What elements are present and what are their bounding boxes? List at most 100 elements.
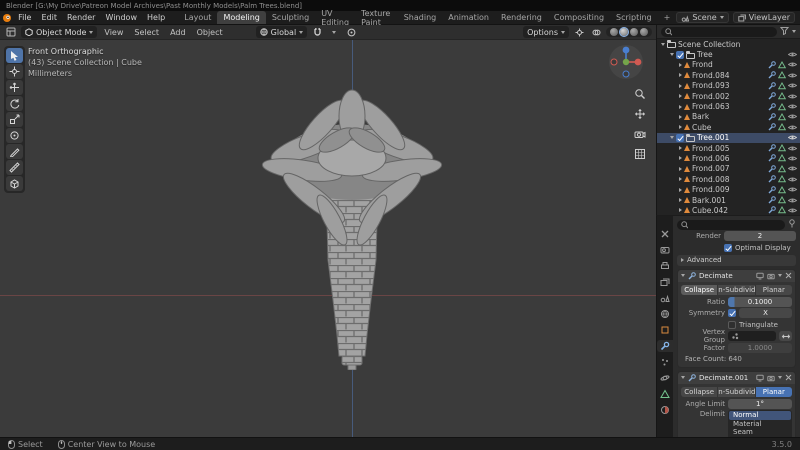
shading-solid-button[interactable] (619, 27, 629, 37)
collection-checkbox[interactable] (676, 50, 684, 59)
mode-planar-button[interactable]: Planar (755, 386, 792, 397)
outliner-row-mesh[interactable]: Frond.008 (657, 174, 800, 184)
render-levels-field[interactable]: 2 (724, 231, 796, 241)
pin-icon[interactable] (788, 219, 796, 230)
properties-search-input[interactable] (691, 220, 781, 229)
eye-icon[interactable] (788, 124, 797, 131)
expand-icon[interactable] (679, 187, 682, 192)
outliner-row-scene-collection[interactable]: Scene Collection (657, 39, 800, 49)
expand-icon[interactable] (679, 83, 682, 88)
add-workspace-button[interactable]: + (658, 11, 677, 24)
outliner-search[interactable] (661, 26, 777, 37)
toggle-orthographic-button[interactable] (634, 148, 646, 162)
workspace-tab-modeling[interactable]: Modeling (217, 11, 266, 24)
tool-rotate[interactable] (6, 96, 23, 111)
mode-collapse-button[interactable]: Collapse (681, 386, 718, 397)
eye-icon[interactable] (788, 103, 797, 110)
scene-selector[interactable]: Scene (676, 12, 729, 23)
menu-help[interactable]: Help (142, 11, 170, 24)
modifier-name[interactable]: Decimate (699, 272, 753, 280)
outliner-row-mesh[interactable]: Cube.042 (657, 205, 800, 215)
invert-vertex-group-button[interactable] (779, 331, 792, 341)
outliner-row-mesh[interactable]: Cube (657, 122, 800, 132)
expand-icon[interactable] (679, 166, 682, 171)
workspace-tab-layout[interactable]: Layout (178, 11, 217, 24)
expand-icon[interactable] (681, 274, 685, 277)
viewport-menu-object[interactable]: Object (193, 28, 227, 37)
tab-output[interactable] (658, 260, 672, 272)
tab-object-data[interactable] (658, 388, 672, 400)
menu-render[interactable]: Render (62, 11, 100, 24)
3d-viewport[interactable]: Front Orthographic (43) Scene Collection… (0, 40, 656, 437)
tab-modifiers[interactable] (657, 340, 673, 352)
workspace-tab-compositing[interactable]: Compositing (548, 11, 610, 24)
viewport-menu-select[interactable]: Select (130, 28, 163, 37)
tool-select-box[interactable] (6, 48, 23, 63)
options-dropdown[interactable]: Options (523, 26, 569, 38)
tool-scale[interactable] (6, 112, 23, 127)
symmetry-checkbox[interactable] (728, 309, 736, 317)
snap-settings-button[interactable] (327, 26, 341, 38)
pan-button[interactable] (634, 108, 646, 122)
tab-scene[interactable] (658, 292, 672, 304)
expand-icon[interactable] (679, 156, 682, 161)
outliner-row-mesh[interactable]: Frond.005 (657, 143, 800, 153)
viewport-menu-view[interactable]: View (100, 28, 127, 37)
angle-limit-slider[interactable]: 1° (728, 398, 792, 409)
close-icon[interactable] (785, 374, 792, 381)
delimit-option-normal[interactable]: Normal (729, 411, 791, 420)
zoom-button[interactable] (634, 88, 646, 102)
tool-move[interactable] (6, 80, 23, 95)
optimal-display-checkbox[interactable] (724, 243, 732, 252)
close-icon[interactable] (785, 272, 792, 279)
blender-logo-icon[interactable] (0, 13, 13, 23)
camera-view-button[interactable] (634, 128, 646, 142)
tab-object[interactable] (658, 324, 672, 336)
workspace-tab-rendering[interactable]: Rendering (495, 11, 548, 24)
shading-rendered-button[interactable] (640, 28, 648, 36)
delimit-option-material[interactable]: Material (729, 420, 791, 429)
display-render-icon[interactable] (767, 272, 775, 280)
collection-checkbox[interactable] (676, 133, 684, 142)
expand-icon[interactable] (679, 125, 682, 130)
vertex-group-field[interactable] (728, 331, 776, 341)
advanced-panel-header[interactable]: Advanced (677, 254, 796, 266)
menu-edit[interactable]: Edit (36, 11, 62, 24)
outliner-options-chevron[interactable] (792, 30, 796, 33)
outliner-row-tree-001[interactable]: Tree.001 (657, 132, 800, 143)
delimit-option-seam[interactable]: Seam (729, 428, 791, 437)
modifier-header[interactable]: Decimate.001 (678, 371, 795, 384)
eye-icon[interactable] (788, 207, 797, 214)
outliner-row-mesh[interactable]: Frond.006 (657, 153, 800, 163)
factor-slider[interactable]: 1.0000 (728, 342, 792, 353)
outliner-row-mesh[interactable]: Frond.084 (657, 70, 800, 80)
display-viewport-icon[interactable] (756, 374, 764, 382)
tab-material[interactable] (658, 404, 672, 416)
expand-icon[interactable] (670, 136, 674, 140)
eye-icon[interactable] (788, 72, 797, 79)
shading-wireframe-button[interactable] (610, 28, 618, 36)
view-layer-selector[interactable]: ViewLayer (732, 12, 795, 23)
eye-icon[interactable] (788, 51, 797, 58)
workspace-tab-texture-paint[interactable]: Texture Paint (355, 9, 398, 27)
menu-file[interactable]: File (13, 11, 36, 24)
palm-tree-model[interactable] (202, 70, 502, 372)
outliner-row-mesh[interactable]: Frond.063 (657, 101, 800, 111)
display-viewport-icon[interactable] (756, 272, 764, 280)
expand-icon[interactable] (679, 104, 682, 109)
transform-orientation-dropdown[interactable]: Global (255, 26, 308, 38)
workspace-tab-animation[interactable]: Animation (442, 11, 495, 24)
eye-icon[interactable] (788, 113, 797, 120)
modifier-header[interactable]: Decimate (678, 269, 795, 282)
show-overlays-button[interactable] (589, 26, 603, 38)
expand-icon[interactable] (679, 208, 682, 213)
eye-icon[interactable] (788, 155, 797, 162)
viewport-menu-add[interactable]: Add (166, 28, 190, 37)
expand-icon[interactable] (679, 198, 682, 203)
shading-material-button[interactable] (630, 28, 638, 36)
filter-icon[interactable] (779, 26, 790, 37)
outliner-row-mesh[interactable]: Frond (657, 60, 800, 70)
workspace-tab-sculpting[interactable]: Sculpting (266, 11, 315, 24)
tool-cursor[interactable] (6, 64, 23, 79)
eye-icon[interactable] (788, 82, 797, 89)
